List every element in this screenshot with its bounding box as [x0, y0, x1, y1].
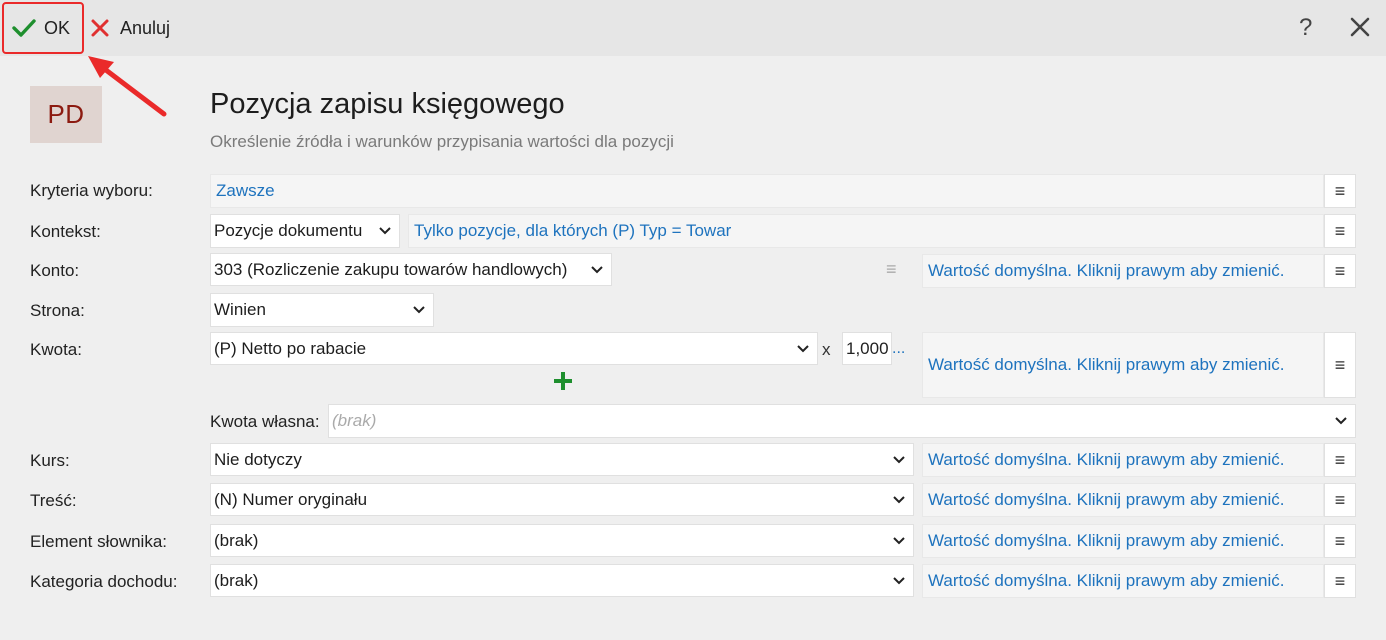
element-default-link[interactable]: Wartość domyślna. Kliknij prawym aby zmi… — [922, 524, 1324, 558]
chevron-down-icon — [1335, 417, 1347, 425]
kurs-select[interactable]: Nie dotyczy — [210, 443, 914, 476]
tresc-value: (N) Numer oryginału — [214, 489, 368, 509]
avatar: PD — [30, 86, 102, 143]
kontekst-condition-link[interactable]: Tylko pozycje, dla których (P) Typ = Tow… — [408, 214, 1324, 248]
chevron-down-icon — [893, 576, 905, 584]
close-button[interactable] — [1349, 16, 1371, 43]
element-label: Element słownika: — [30, 532, 168, 551]
kontekst-label: Kontekst: — [30, 222, 101, 241]
tresc-menu-button[interactable]: ≡ — [1324, 483, 1356, 517]
close-icon — [1350, 17, 1370, 37]
kwota-default-link[interactable]: Wartość domyślna. Kliknij prawym aby zmi… — [922, 332, 1324, 398]
kategoria-label: Kategoria dochodu: — [30, 572, 178, 591]
element-value: (brak) — [214, 530, 259, 550]
kontekst-select[interactable]: Pozycje dokumentu — [210, 214, 400, 248]
toolbar: OK Anuluj ? — [0, 0, 1386, 56]
chevron-down-icon — [591, 265, 603, 273]
kategoria-value: (brak) — [214, 570, 259, 590]
tresc-select[interactable]: (N) Numer oryginału — [210, 483, 914, 516]
konto-inline-menu-icon[interactable]: ≡ — [886, 259, 897, 280]
cancel-label: Anuluj — [120, 17, 171, 38]
tresc-default-link[interactable]: Wartość domyślna. Kliknij prawym aby zmi… — [922, 483, 1324, 517]
chevron-down-icon — [797, 344, 809, 352]
strona-value: Winien — [214, 300, 266, 319]
tresc-label: Treść: — [30, 491, 77, 510]
kwota-select[interactable]: (P) Netto po rabacie — [210, 332, 818, 365]
chevron-down-icon — [893, 536, 905, 544]
kurs-value: Nie dotyczy — [214, 449, 302, 469]
ok-label: OK — [44, 17, 71, 38]
ok-button[interactable]: OK — [2, 2, 84, 54]
chevron-down-icon — [893, 495, 905, 503]
konto-label: Konto: — [30, 261, 80, 280]
plus-icon — [554, 372, 572, 390]
konto-default-link[interactable]: Wartość domyślna. Kliknij prawym aby zmi… — [922, 254, 1324, 288]
kategoria-select[interactable]: (brak) — [210, 564, 914, 597]
page-title: Pozycja zapisu księgowego — [210, 88, 565, 120]
kategoria-default-link[interactable]: Wartość domyślna. Kliknij prawym aby zmi… — [922, 564, 1324, 598]
kwota-menu-button[interactable]: ≡ — [1324, 332, 1356, 398]
chevron-down-icon — [893, 455, 905, 463]
add-amount-button[interactable] — [552, 370, 574, 397]
chevron-down-icon — [413, 306, 425, 314]
cancel-button[interactable]: Anuluj — [90, 2, 170, 54]
kurs-default-link[interactable]: Wartość domyślna. Kliknij prawym aby zmi… — [922, 443, 1324, 477]
multiply-sign: x — [822, 340, 831, 359]
kwota-label: Kwota: — [30, 340, 82, 359]
checkmark-icon — [12, 19, 36, 37]
kryteria-value-link[interactable]: Zawsze — [210, 174, 1324, 208]
kryteria-menu-button[interactable]: ≡ — [1324, 174, 1356, 208]
kwota-wlasna-placeholder: (brak) — [332, 411, 377, 430]
kwota-more-link[interactable]: ... — [892, 340, 905, 358]
help-button[interactable]: ? — [1299, 14, 1312, 42]
kontekst-menu-button[interactable]: ≡ — [1324, 214, 1356, 248]
close-x-icon — [91, 19, 109, 37]
kurs-menu-button[interactable]: ≡ — [1324, 443, 1356, 477]
strona-select[interactable]: Winien — [210, 293, 434, 327]
kwota-multiplier-input[interactable]: 1,000 — [842, 332, 892, 365]
kwota-wlasna-label: Kwota własna: — [210, 412, 320, 431]
konto-value: 303 (Rozliczenie zakupu towarów handlowy… — [214, 259, 568, 279]
kwota-value: (P) Netto po rabacie — [214, 338, 367, 358]
kwota-wlasna-select[interactable]: (brak) — [328, 404, 1356, 438]
strona-label: Strona: — [30, 301, 85, 320]
konto-menu-button[interactable]: ≡ — [1324, 254, 1356, 288]
chevron-down-icon — [379, 227, 391, 235]
kategoria-menu-button[interactable]: ≡ — [1324, 564, 1356, 598]
page-subtitle: Określenie źródła i warunków przypisania… — [210, 132, 674, 151]
element-select[interactable]: (brak) — [210, 524, 914, 557]
kurs-label: Kurs: — [30, 451, 70, 470]
konto-select[interactable]: 303 (Rozliczenie zakupu towarów handlowy… — [210, 253, 612, 286]
kontekst-value: Pozycje dokumentu — [214, 221, 363, 240]
kryteria-label: Kryteria wyboru: — [30, 181, 153, 200]
element-menu-button[interactable]: ≡ — [1324, 524, 1356, 558]
